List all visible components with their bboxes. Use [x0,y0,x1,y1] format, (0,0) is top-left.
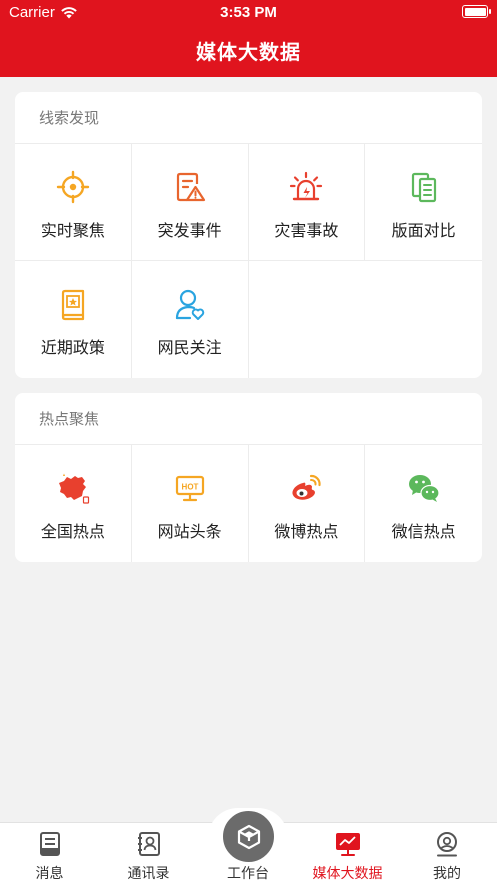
grid-item-sudden-event[interactable]: 突发事件 [131,144,249,261]
tab-media-data[interactable]: 媒体大数据 [298,823,397,883]
grid-item-label: 网站头条 [157,522,222,541]
grid-item-disaster-accident[interactable]: 灾害事故 [248,144,366,261]
grid-item-label: 近期政策 [40,338,105,357]
grid-item-label: 网民关注 [157,338,222,357]
user-heart-icon [175,289,204,320]
grid-item-weibo-hot[interactable]: 微博热点 [249,445,366,562]
section-clue-discovery: 线索发现 实时聚焦 突发事件 灾害事故 版面对比 近期政策 网民关注 [15,92,482,378]
grid-item-label: 全国热点 [40,522,105,541]
status-bar: Carrier 3:53 PM [0,0,497,26]
tab-contacts[interactable]: 通讯录 [99,823,198,883]
grid-item-wechat-hot[interactable]: 微信热点 [365,445,482,562]
workbench-icon [237,824,261,850]
china-map-icon [58,473,89,504]
grid-item-label: 突发事件 [157,221,222,240]
battery-icon [462,5,491,18]
compare-pages-icon [411,172,436,203]
status-time: 3:53 PM [220,4,277,21]
grid-item-netizen-attention[interactable]: 网民关注 [132,261,249,378]
target-icon [56,170,90,204]
grid-item-label: 微博热点 [274,522,339,541]
tab-messages[interactable]: 消息 [0,823,99,883]
grid-item-page-compare[interactable]: 版面对比 [365,144,482,261]
hot-monitor-icon: HOT [175,475,204,502]
profile-icon [437,832,457,857]
tab-label: 媒体大数据 [312,866,383,882]
grid-item-national-hot[interactable]: 全国热点 [15,445,132,562]
media-data-icon [335,833,360,856]
grid-item-label: 灾害事故 [274,221,339,240]
policy-book-icon [61,289,84,321]
grid-item-website-headline[interactable]: HOT 网站头条 [132,445,249,562]
siren-icon [290,171,323,201]
app-header: Carrier 3:53 PM 媒体大数据 [0,0,497,77]
section-hot-focus: 热点聚焦 全国热点 HOT 网站头条 微博热点 微信热点 [15,393,482,562]
grid-item-label: 版面对比 [391,221,456,240]
wechat-icon [408,475,440,502]
tab-label: 消息 [35,866,64,882]
page-title: 媒体大数据 [196,40,301,64]
tab-profile[interactable]: 我的 [397,823,497,883]
tab-label: 工作台 [227,866,269,882]
section-title: 线索发现 [15,92,482,144]
section-title: 热点聚焦 [15,393,482,445]
grid-item-label: 微信热点 [391,522,456,541]
message-icon [39,832,60,856]
workbench-center-button[interactable] [220,808,277,865]
contacts-icon [137,832,160,856]
grid-item-recent-policy[interactable]: 近期政策 [15,261,132,378]
weibo-icon [292,474,321,500]
tab-label: 通讯录 [127,866,170,882]
alert-document-icon [176,172,205,202]
grid-item-realtime-focus[interactable]: 实时聚焦 [15,144,132,261]
grid-item-label: 实时聚焦 [40,221,105,240]
svg-text:HOT: HOT [181,483,198,492]
tab-label: 我的 [433,866,461,882]
